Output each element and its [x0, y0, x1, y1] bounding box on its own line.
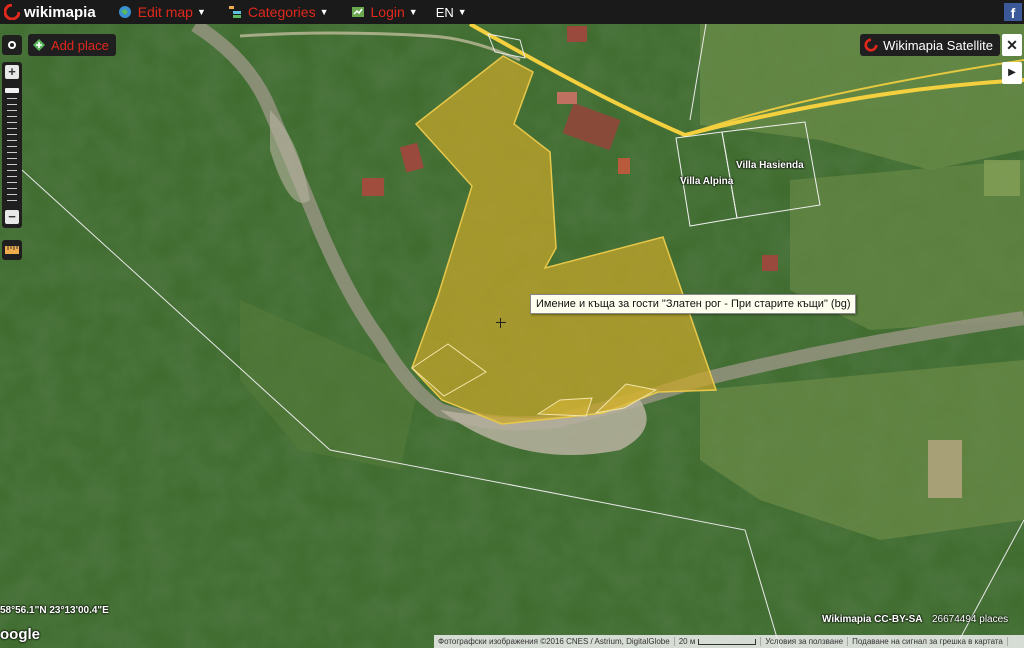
- categories-icon: [228, 6, 241, 18]
- language-selector[interactable]: EN ▼: [436, 5, 467, 20]
- zoom-tick: [7, 134, 17, 135]
- zoom-slider-thumb[interactable]: [5, 88, 19, 93]
- menu-categories[interactable]: Categories ▼: [228, 4, 329, 20]
- zoom-tick: [7, 152, 17, 153]
- zoom-tick: [7, 128, 17, 129]
- zoom-tick: [7, 98, 17, 99]
- zoom-tick: [7, 200, 17, 201]
- menu-label: Edit map: [137, 4, 193, 20]
- add-place-button[interactable]: Add place: [28, 34, 116, 56]
- close-icon[interactable]: ✕: [1002, 34, 1022, 56]
- add-place-label: Add place: [51, 37, 109, 53]
- imagery-attribution: Фотографски изображения ©2016 CNES / Ast…: [434, 637, 675, 646]
- language-label: EN: [435, 4, 454, 20]
- report-error-link[interactable]: Подаване на сигнал за грешка в картата: [848, 637, 1008, 646]
- zoom-tick: [7, 164, 17, 165]
- scale-label: 20 м: [678, 637, 696, 646]
- coordinates-readout: 58°56.1"N 23°13'00.4"E: [0, 605, 109, 616]
- logo-text: wikimapia: [24, 3, 96, 21]
- add-place-icon: [33, 39, 45, 51]
- building: [618, 158, 630, 174]
- wikimapia-logo-icon: [4, 4, 20, 20]
- caret-down-icon: ▼: [408, 7, 418, 17]
- expand-panel-icon[interactable]: ▶: [1002, 62, 1022, 84]
- zoom-tick: [7, 176, 17, 177]
- building: [362, 178, 384, 196]
- place-tooltip: Имение и къща за гости "Златен рог - При…: [530, 294, 857, 314]
- zoom-tick: [7, 110, 17, 111]
- wikimapia-logo[interactable]: wikimapia: [4, 4, 96, 21]
- satellite-map[interactable]: [0, 0, 1024, 648]
- caret-down-icon: ▼: [196, 7, 206, 17]
- locate-button[interactable]: [2, 35, 22, 55]
- login-icon: [351, 7, 364, 17]
- place-label-villa-hasienda[interactable]: Villa Hasienda: [736, 160, 804, 171]
- attribution-bar: Фотографски изображения ©2016 CNES / Ast…: [434, 635, 1024, 648]
- building: [567, 26, 587, 42]
- building: [557, 92, 577, 104]
- top-navigation-bar: wikimapia Edit map ▼ Categories ▼ Login …: [0, 0, 1024, 24]
- places-count: 26674494 places: [932, 614, 1009, 625]
- edit-globe-icon: [118, 6, 131, 18]
- menu-login[interactable]: Login ▼: [351, 4, 418, 20]
- wikimapia-layer-icon: [864, 38, 879, 52]
- scale-indicator: 20 м: [675, 637, 762, 646]
- menu-label: Categories: [247, 4, 316, 20]
- scale-bar: [698, 638, 757, 645]
- terms-link[interactable]: Условия за ползване: [761, 637, 849, 646]
- caret-down-icon: ▼: [457, 7, 467, 17]
- zoom-tick: [7, 116, 17, 117]
- place-label-villa-alpina[interactable]: Villa Alpina: [680, 176, 733, 187]
- zoom-in-button[interactable]: +: [5, 65, 19, 79]
- zoom-tick: [7, 194, 17, 195]
- zoom-tick: [7, 158, 17, 159]
- ruler-icon: [5, 246, 19, 254]
- map-layer-label: Wikimapia Satellite: [883, 37, 993, 53]
- field-plot: [984, 160, 1020, 196]
- zoom-tick: [7, 170, 17, 171]
- menu-edit-map[interactable]: Edit map ▼: [118, 4, 206, 20]
- zoom-tick: [7, 104, 17, 105]
- crosshair-cursor-icon: [496, 318, 506, 328]
- menu-label: Login: [370, 4, 405, 20]
- zoom-tick: [7, 188, 17, 189]
- zoom-tick: [7, 182, 17, 183]
- ruler-button[interactable]: [2, 240, 22, 260]
- building: [762, 255, 778, 271]
- field-plot: [928, 440, 962, 498]
- license-link[interactable]: Wikimapia CC-BY-SA: [822, 614, 922, 625]
- zoom-tick: [7, 122, 17, 123]
- target-icon: [8, 41, 16, 49]
- map-layer-button[interactable]: Wikimapia Satellite: [860, 34, 1000, 56]
- facebook-icon[interactable]: f: [1004, 3, 1022, 21]
- zoom-control[interactable]: + −: [2, 62, 22, 228]
- zoom-tick: [7, 140, 17, 141]
- zoom-tick: [7, 146, 17, 147]
- caret-down-icon: ▼: [319, 7, 329, 17]
- google-logo: oogle: [0, 626, 40, 643]
- zoom-out-button[interactable]: −: [5, 210, 19, 224]
